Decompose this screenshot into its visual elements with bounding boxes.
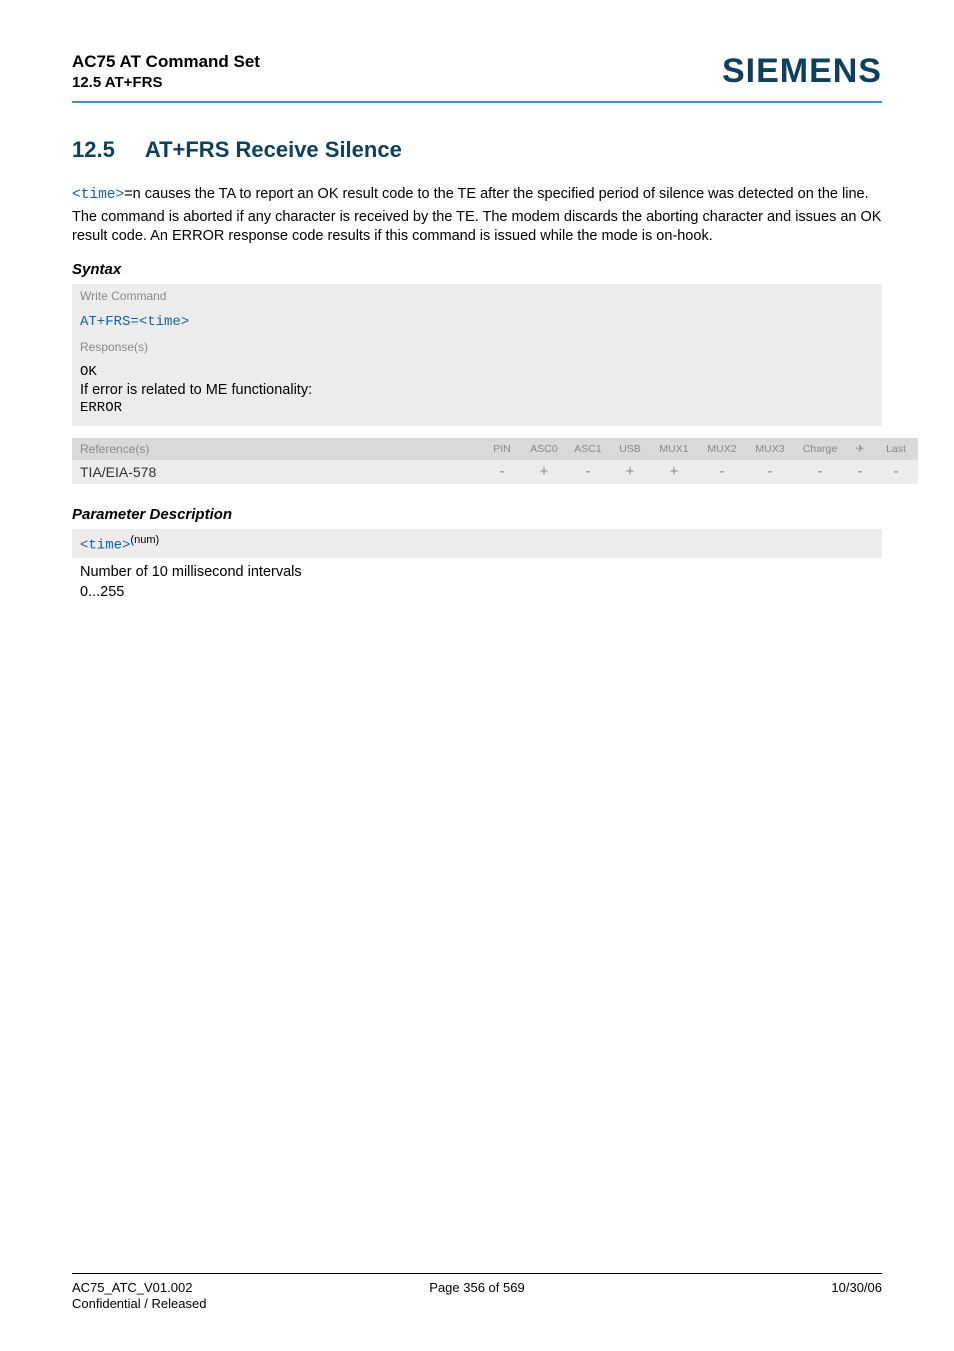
header-left: AC75 AT Command Set 12.5 AT+FRS: [72, 52, 260, 91]
syntax-block: Write Command AT+FRS=<time> Response(s) …: [72, 284, 882, 426]
footer-right: 10/30/06: [612, 1280, 882, 1311]
val-asc0: +: [522, 460, 566, 484]
doc-title: AC75 AT Command Set: [72, 52, 260, 72]
param-desc-heading: Parameter Description: [72, 506, 882, 523]
reference-table: Reference(s) TIA/EIA-578 PIN ASC0 ASC1 U…: [72, 438, 882, 484]
write-command-label: Write Command: [72, 284, 882, 308]
footer-left: AC75_ATC_V01.002 Confidential / Released: [72, 1280, 342, 1311]
intro-para1-text: =n causes the TA to report an OK result …: [124, 186, 868, 202]
val-arrow: -: [846, 460, 874, 484]
brand-logo: SIEMENS: [722, 52, 882, 91]
col-arrow-icon: ✈: [846, 438, 874, 460]
col-last: Last: [874, 438, 918, 460]
time-param-ref: <time>: [72, 187, 124, 203]
col-charge: Charge: [794, 438, 846, 460]
write-command-param: <time>: [139, 314, 189, 330]
col-mux2: MUX2: [698, 438, 746, 460]
section-number: 12.5: [72, 137, 115, 163]
response-condition: If error is related to ME functionality:: [80, 382, 874, 398]
param-superscript: (num): [130, 534, 159, 546]
param-name: <time>: [80, 537, 130, 553]
page-footer: AC75_ATC_V01.002 Confidential / Released…: [72, 1273, 882, 1311]
response-ok: OK: [80, 364, 874, 380]
param-name-box: <time>(num): [72, 529, 882, 559]
matrix-header-row: PIN ASC0 ASC1 USB MUX1 MUX2 MUX3 Charge …: [482, 438, 918, 460]
val-pin: -: [482, 460, 522, 484]
page-header: AC75 AT Command Set 12.5 AT+FRS SIEMENS: [72, 52, 882, 91]
matrix-value-row: - + - + + - - - - -: [482, 460, 918, 484]
col-asc0: ASC0: [522, 438, 566, 460]
reference-matrix: PIN ASC0 ASC1 USB MUX1 MUX2 MUX3 Charge …: [482, 438, 918, 484]
val-last: -: [874, 460, 918, 484]
write-command-prefix: AT+FRS=: [80, 314, 139, 330]
write-command-row: AT+FRS=<time>: [72, 308, 882, 335]
val-mux3: -: [746, 460, 794, 484]
val-mux2: -: [698, 460, 746, 484]
doc-subsection: 12.5 AT+FRS: [72, 74, 260, 91]
val-mux1: +: [650, 460, 698, 484]
responses-body: OK If error is related to ME functionali…: [72, 359, 882, 426]
col-mux1: MUX1: [650, 438, 698, 460]
col-usb: USB: [610, 438, 650, 460]
intro-paragraph-2: The command is aborted if any character …: [72, 208, 882, 247]
val-asc1: -: [566, 460, 610, 484]
col-asc1: ASC1: [566, 438, 610, 460]
header-rule: [72, 101, 882, 103]
param-range: 0...255: [80, 584, 874, 600]
col-pin: PIN: [482, 438, 522, 460]
section-title-text: AT+FRS Receive Silence: [145, 137, 402, 162]
col-mux3: MUX3: [746, 438, 794, 460]
reference-value: TIA/EIA-578: [72, 460, 482, 484]
reference-left-col: Reference(s) TIA/EIA-578: [72, 438, 482, 484]
val-charge: -: [794, 460, 846, 484]
reference-label: Reference(s): [72, 438, 482, 460]
responses-label: Response(s): [72, 335, 882, 359]
footer-doc-id: AC75_ATC_V01.002: [72, 1280, 342, 1295]
section-heading: 12.5 AT+FRS Receive Silence: [72, 137, 882, 163]
param-description: Number of 10 millisecond intervals: [80, 564, 874, 580]
response-error: ERROR: [80, 400, 874, 416]
param-details: Number of 10 millisecond intervals 0...2…: [72, 564, 882, 600]
intro-paragraph-1: <time>=n causes the TA to report an OK r…: [72, 185, 882, 206]
footer-center: Page 356 of 569: [342, 1280, 612, 1311]
syntax-heading: Syntax: [72, 261, 882, 278]
val-usb: +: [610, 460, 650, 484]
footer-confidentiality: Confidential / Released: [72, 1296, 342, 1311]
